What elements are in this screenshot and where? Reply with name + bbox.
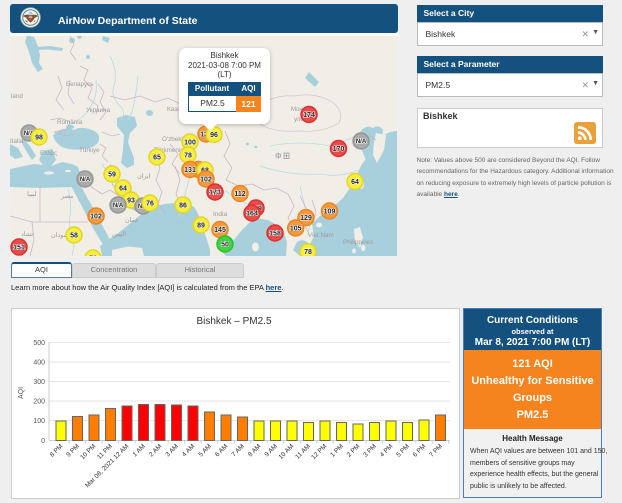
svg-text:164: 164 (246, 211, 258, 218)
svg-text:96: 96 (210, 132, 218, 139)
svg-text:3 AM: 3 AM (164, 443, 179, 458)
svg-text:174: 174 (303, 112, 315, 119)
svg-text:1 AM: 1 AM (131, 443, 146, 458)
svg-text:ايران: ايران (137, 173, 151, 180)
svg-text:7 AM: 7 AM (230, 443, 245, 458)
svg-text:500: 500 (33, 340, 45, 347)
svg-text:59: 59 (108, 172, 116, 179)
svg-text:Украина: Украина (86, 107, 110, 114)
svg-text:102: 102 (200, 177, 212, 184)
svg-text:N/A: N/A (80, 177, 91, 183)
svg-text:8 AM: 8 AM (247, 443, 262, 458)
svg-text:11 AM: 11 AM (294, 443, 312, 461)
svg-text:Bishkek – PM2.5: Bishkek – PM2.5 (196, 316, 271, 327)
svg-text:58: 58 (70, 233, 78, 240)
svg-text:مصر: مصر (60, 193, 73, 200)
svg-text:300: 300 (33, 379, 45, 386)
svg-text:76: 76 (146, 201, 154, 208)
svg-text:1 PM: 1 PM (329, 443, 345, 459)
svg-text:ليبيا: ليبيا (27, 191, 37, 198)
svg-text:12 PM: 12 PM (310, 443, 328, 461)
svg-text:10 PM: 10 PM (79, 443, 97, 461)
svg-text:عمان: عمان (125, 217, 139, 224)
svg-text:112: 112 (234, 191, 245, 198)
svg-text:151: 151 (13, 245, 25, 252)
svg-text:3 PM: 3 PM (362, 443, 378, 459)
svg-text:0: 0 (41, 438, 45, 445)
svg-text:2 AM: 2 AM (148, 443, 163, 458)
svg-text:Беларусь: Беларусь (66, 81, 94, 88)
svg-text:4 AM: 4 AM (181, 443, 196, 458)
svg-text:50: 50 (221, 242, 229, 249)
svg-text:173: 173 (209, 190, 221, 197)
svg-text:اليمن: اليمن (112, 231, 126, 238)
svg-text:România: România (57, 119, 83, 126)
svg-text:158: 158 (269, 231, 281, 238)
svg-text:200: 200 (33, 398, 45, 405)
svg-text:129: 129 (300, 215, 312, 222)
svg-text:land: land (11, 93, 23, 100)
svg-text:5 AM: 5 AM (197, 443, 212, 458)
svg-text:N/A: N/A (113, 203, 124, 209)
svg-text:93: 93 (127, 198, 135, 205)
svg-text:N/A: N/A (356, 139, 367, 145)
svg-text:5 PM: 5 PM (395, 443, 411, 459)
svg-text:64: 64 (351, 179, 359, 186)
svg-text:Viet Nam: Viet Nam (308, 232, 334, 239)
svg-text:65: 65 (153, 155, 161, 162)
svg-text:89: 89 (197, 223, 205, 230)
svg-text:Türkiye: Türkiye (79, 147, 100, 154)
svg-text:78: 78 (89, 256, 97, 257)
svg-text:AQI: AQI (18, 387, 25, 399)
svg-text:Italia: Italia (10, 138, 24, 145)
svg-text:102: 102 (90, 214, 102, 221)
svg-text:78: 78 (184, 153, 192, 160)
svg-text:2 PM: 2 PM (346, 443, 362, 459)
svg-text:6 AM: 6 AM (214, 443, 229, 458)
svg-text:78: 78 (304, 249, 312, 256)
svg-text:Ελλάς: Ελλάς (40, 149, 57, 157)
svg-text:105: 105 (290, 226, 302, 233)
svg-text:7 PM: 7 PM (428, 443, 444, 459)
svg-text:4 PM: 4 PM (379, 443, 395, 459)
svg-text:10 AM: 10 AM (277, 443, 295, 461)
svg-text:145: 145 (214, 227, 226, 234)
svg-text:India: India (213, 211, 227, 218)
svg-text:400: 400 (33, 359, 45, 366)
svg-text:8 PM: 8 PM (49, 443, 65, 459)
svg-text:تشاد: تشاد (21, 231, 33, 238)
svg-text:131: 131 (184, 167, 196, 174)
svg-text:98: 98 (35, 135, 43, 142)
svg-text:100: 100 (184, 140, 196, 147)
svg-text:64: 64 (119, 186, 127, 193)
svg-text:Philippines: Philippines (343, 239, 373, 246)
svg-text:86: 86 (179, 203, 187, 210)
svg-text:109: 109 (324, 209, 336, 216)
svg-text:100: 100 (33, 418, 45, 425)
svg-text:170: 170 (333, 146, 345, 153)
svg-text:6 PM: 6 PM (412, 443, 428, 459)
